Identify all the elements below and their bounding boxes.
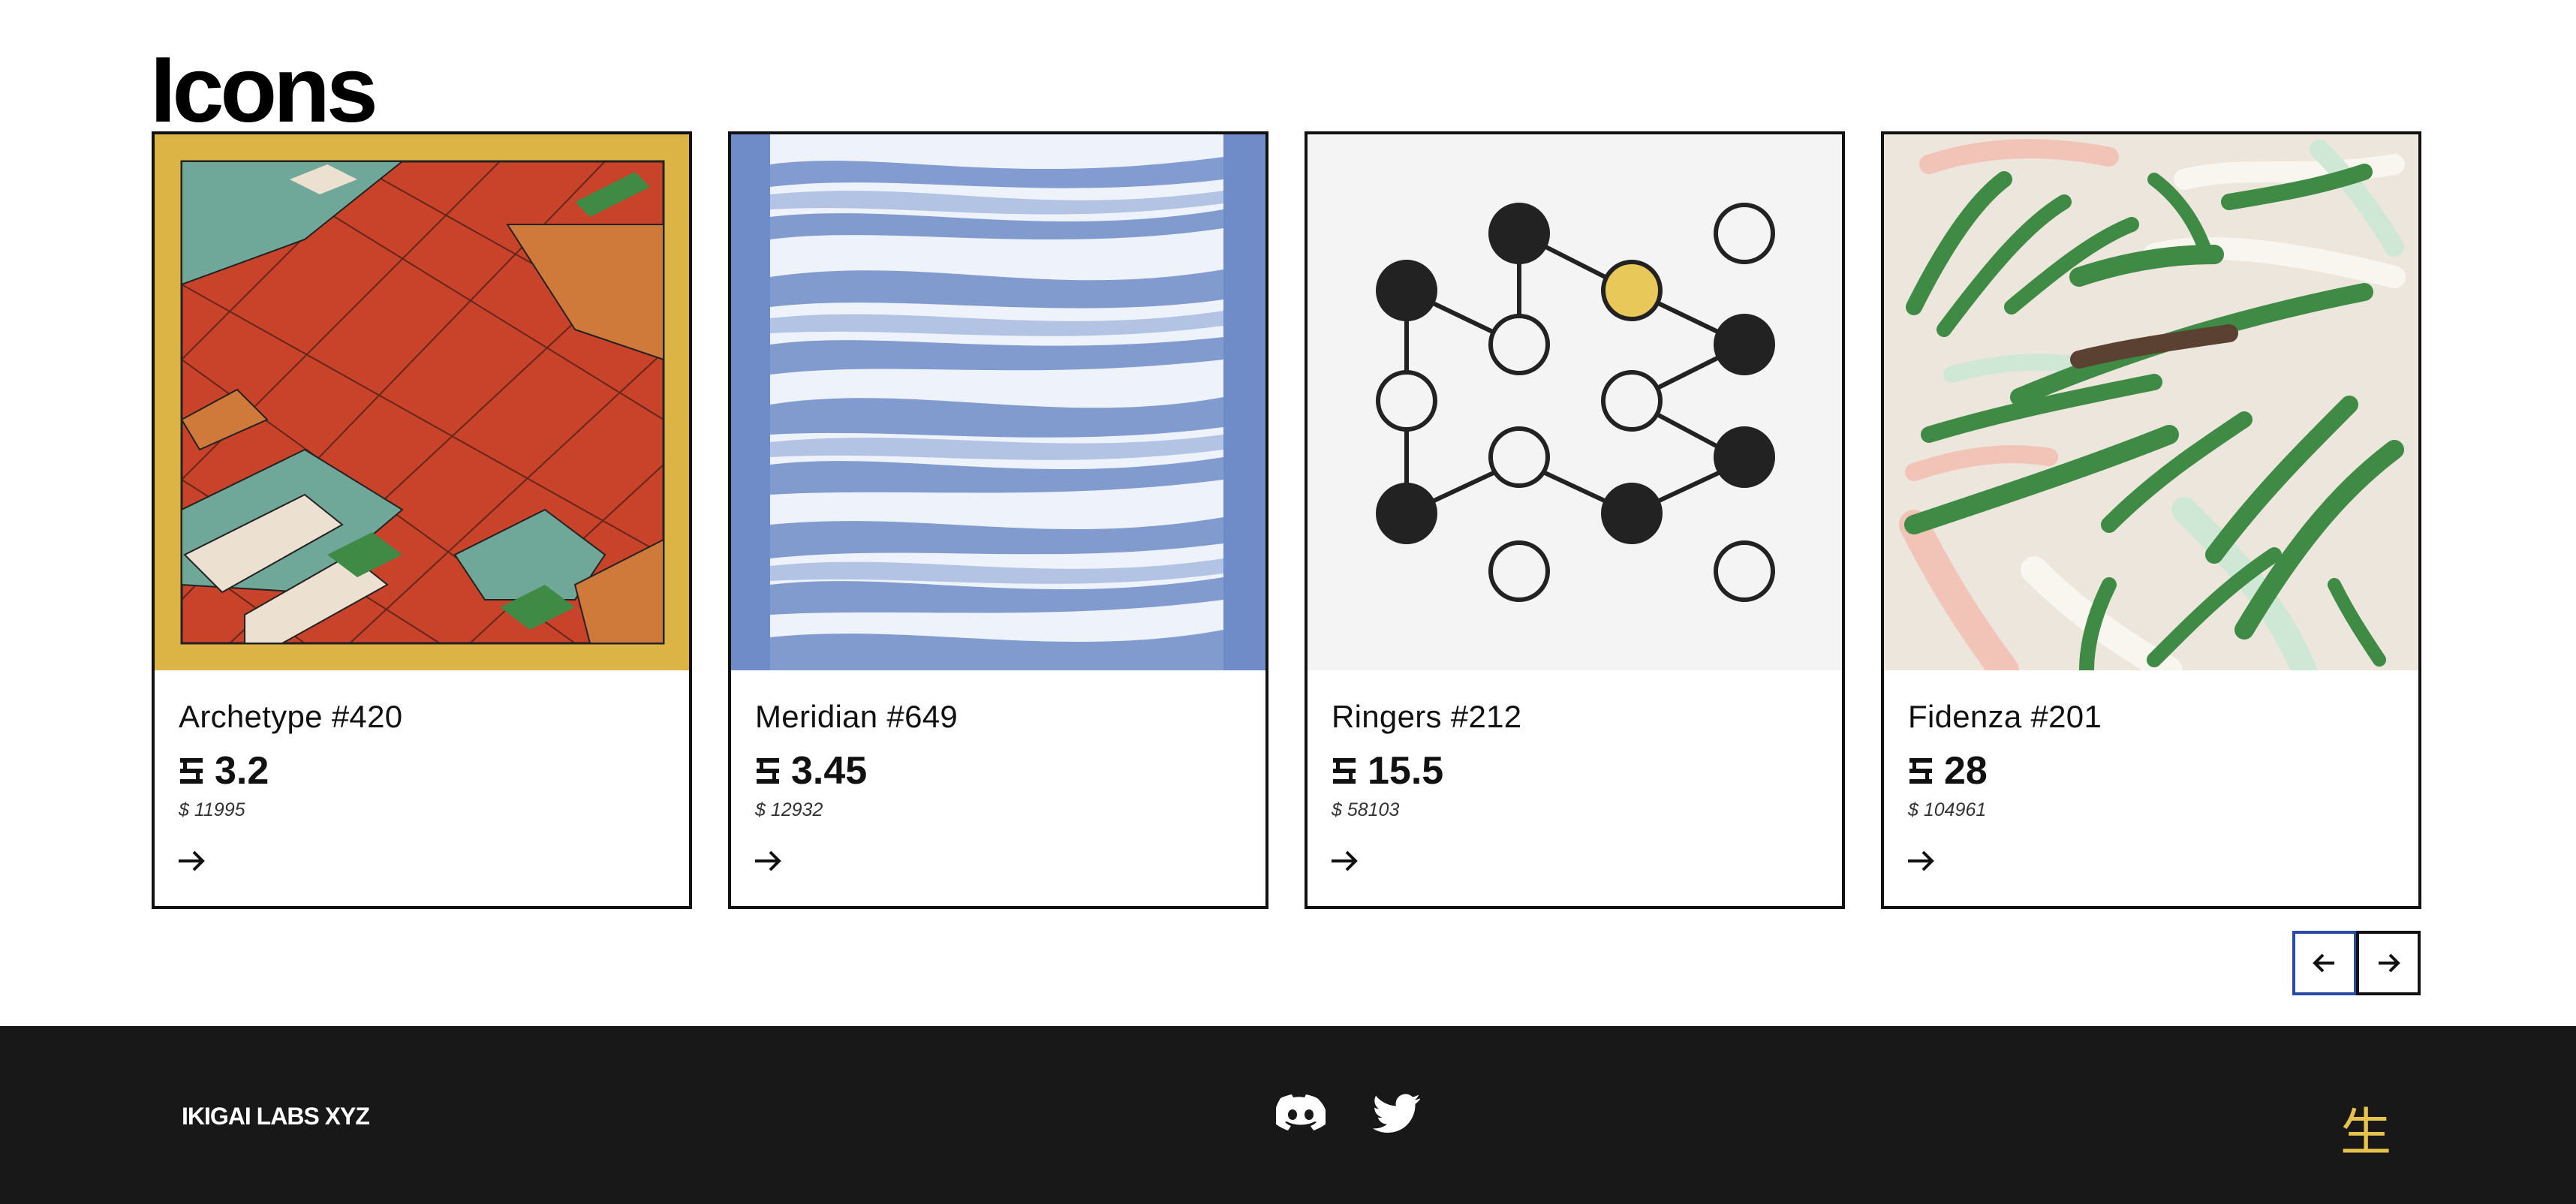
nft-card-meridian[interactable]: Meridian #649 3.45 $ 12932 <box>728 131 1268 909</box>
nft-card-archetype[interactable]: Archetype #420 3.2 $ 11995 <box>152 131 692 909</box>
nft-card-fidenza[interactable]: Fidenza #201 28 $ 104961 <box>1881 131 2421 909</box>
card-price: 28 <box>1908 748 1988 793</box>
footer: IKIGAI LABS XYZ 生 <box>0 1026 2576 1204</box>
footer-kanji-logo[interactable]: 生 <box>2340 1091 2391 1165</box>
carousel-prev-button[interactable] <box>2292 931 2357 995</box>
card-usd-price: $ 12932 <box>755 799 823 820</box>
card-usd-price: $ 104961 <box>1908 799 1987 820</box>
fidenza-artwork <box>1884 134 2418 670</box>
meridian-artwork <box>731 134 1265 670</box>
arrow-right-icon[interactable] <box>176 847 209 874</box>
nft-card-ringers[interactable]: Ringers #212 15.5 $ 58103 <box>1305 131 1845 909</box>
ringers-artwork <box>1308 134 1842 670</box>
card-usd-price: $ 11995 <box>179 799 245 820</box>
arrow-right-icon[interactable] <box>752 847 785 874</box>
ethereum-icon <box>180 758 203 784</box>
card-title: Meridian #649 <box>755 699 958 734</box>
discord-icon[interactable] <box>1276 1094 1326 1134</box>
carousel-next-button[interactable] <box>2356 931 2421 995</box>
ethereum-icon <box>757 758 779 784</box>
arrow-right-icon <box>2379 953 2400 973</box>
card-price-value: 3.2 <box>215 749 269 793</box>
card-price: 3.45 <box>755 748 867 793</box>
card-price-value: 28 <box>1944 749 1988 793</box>
card-price: 3.2 <box>179 748 269 793</box>
arrow-right-icon[interactable] <box>1329 847 1362 874</box>
card-price-value: 15.5 <box>1368 749 1444 793</box>
card-price: 15.5 <box>1332 748 1443 793</box>
section-title: Icons <box>150 38 378 142</box>
archetype-artwork <box>155 134 689 670</box>
footer-brand[interactable]: IKIGAI LABS XYZ <box>182 1103 370 1130</box>
card-title: Fidenza #201 <box>1908 699 2102 734</box>
ethereum-icon <box>1333 758 1356 784</box>
card-title: Archetype #420 <box>179 699 403 734</box>
twitter-icon[interactable] <box>1372 1094 1420 1134</box>
arrow-left-icon <box>2313 953 2334 973</box>
ethereum-icon <box>1909 758 1932 784</box>
card-title: Ringers #212 <box>1332 699 1522 734</box>
card-price-value: 3.45 <box>791 749 868 793</box>
card-usd-price: $ 58103 <box>1332 799 1400 820</box>
arrow-right-icon[interactable] <box>1905 847 1938 874</box>
